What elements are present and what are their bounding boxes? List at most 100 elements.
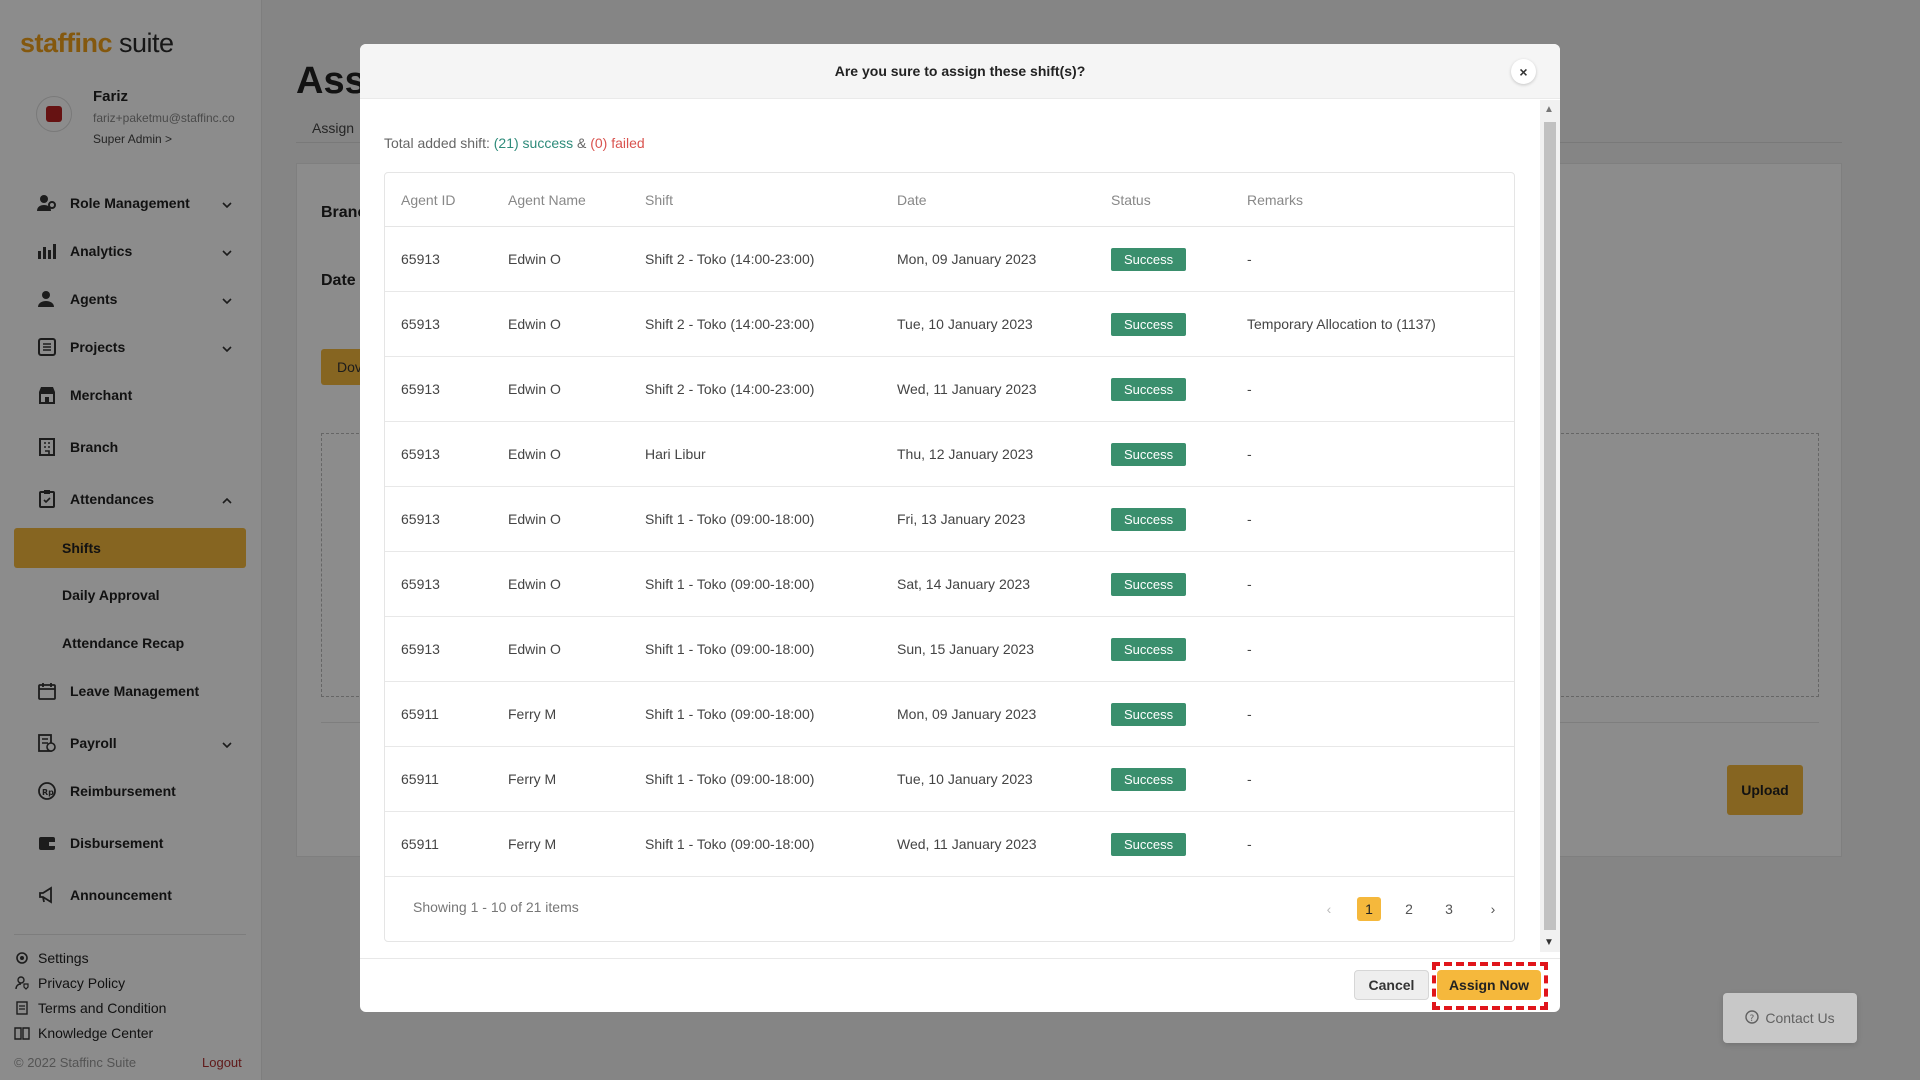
cell-date: Wed, 11 January 2023	[897, 381, 1037, 397]
cell-agent-name: Edwin O	[508, 576, 561, 592]
cell-agent-id: 65911	[401, 771, 439, 787]
pagination-info: Showing 1 - 10 of 21 items	[413, 899, 579, 915]
cell-agent-name: Edwin O	[508, 511, 561, 527]
table-row: 65913 Edwin O Shift 1 - Toko (09:00-18:0…	[385, 617, 1514, 682]
summary-failed-count: (0) failed	[590, 135, 645, 151]
contact-us-button[interactable]: ? Contact Us	[1723, 993, 1857, 1043]
cell-remarks: -	[1247, 251, 1252, 267]
summary-amp: &	[573, 135, 591, 151]
status-badge: Success	[1111, 703, 1187, 726]
table-row: 65913 Edwin O Shift 2 - Toko (14:00-23:0…	[385, 357, 1514, 422]
cell-agent-id: 65913	[401, 316, 440, 332]
cell-date: Mon, 09 January 2023	[897, 706, 1037, 722]
table-row: 65911 Ferry M Shift 1 - Toko (09:00-18:0…	[385, 812, 1514, 877]
cell-agent-id: 65911	[401, 706, 439, 722]
cell-shift: Hari Libur	[645, 446, 706, 462]
pagination-prev[interactable]: ‹	[1317, 897, 1341, 921]
cell-agent-id: 65913	[401, 641, 440, 657]
cell-shift: Shift 1 - Toko (09:00-18:00)	[645, 641, 815, 657]
cell-agent-id: 65913	[401, 511, 440, 527]
scroll-up-icon[interactable]: ▲	[1544, 104, 1554, 115]
cell-agent-id: 65913	[401, 446, 440, 462]
cell-remarks: -	[1247, 771, 1252, 787]
pagination-page-3[interactable]: 3	[1437, 897, 1461, 921]
cell-remarks: -	[1247, 706, 1252, 722]
modal-title: Are you sure to assign these shift(s)?	[834, 63, 1086, 79]
modal-header: Are you sure to assign these shift(s)? ×	[360, 44, 1560, 99]
status-badge: Success	[1111, 248, 1187, 271]
table-row: 65913 Edwin O Shift 2 - Toko (14:00-23:0…	[385, 292, 1514, 357]
cell-date: Wed, 11 January 2023	[897, 836, 1037, 852]
status-badge: Success	[1111, 443, 1187, 466]
cell-agent-name: Edwin O	[508, 381, 561, 397]
column-remarks: Remarks	[1247, 192, 1304, 208]
status-badge: Success	[1111, 573, 1187, 596]
status-badge: Success	[1111, 508, 1187, 531]
modal-footer-divider	[360, 958, 1560, 959]
assign-now-highlight	[1432, 962, 1548, 1010]
pagination-page-1[interactable]: 1	[1357, 897, 1381, 921]
close-icon: ×	[1519, 63, 1528, 80]
cell-agent-name: Ferry M	[508, 706, 557, 722]
cell-agent-id: 65913	[401, 381, 440, 397]
column-date: Date	[897, 192, 927, 208]
cell-shift: Shift 2 - Toko (14:00-23:00)	[645, 251, 815, 267]
status-badge: Success	[1111, 313, 1187, 336]
cell-remarks: Temporary Allocation to (1137)	[1247, 316, 1436, 332]
table-row: 65913 Edwin O Hari Libur Thu, 12 January…	[385, 422, 1514, 487]
cell-date: Tue, 10 January 2023	[897, 316, 1033, 332]
column-agent-name: Agent Name	[508, 192, 586, 208]
cell-date: Fri, 13 January 2023	[897, 511, 1026, 527]
summary-prefix: Total added shift:	[384, 135, 494, 151]
pagination-next[interactable]: ›	[1481, 897, 1505, 921]
svg-text:?: ?	[1750, 1014, 1755, 1024]
cancel-button[interactable]: Cancel	[1354, 970, 1429, 1000]
scroll-down-icon[interactable]: ▼	[1544, 937, 1554, 948]
cell-shift: Shift 1 - Toko (09:00-18:00)	[645, 771, 815, 787]
column-agent-id: Agent ID	[401, 192, 456, 208]
cell-agent-id: 65913	[401, 576, 440, 592]
cell-shift: Shift 1 - Toko (09:00-18:00)	[645, 836, 815, 852]
cell-date: Sun, 15 January 2023	[897, 641, 1034, 657]
cell-shift: Shift 2 - Toko (14:00-23:00)	[645, 381, 815, 397]
cell-agent-id: 65913	[401, 251, 440, 267]
cell-remarks: -	[1247, 446, 1252, 462]
modal-scroll-thumb[interactable]	[1544, 122, 1556, 930]
cell-agent-name: Ferry M	[508, 771, 557, 787]
table-header: Agent ID Agent Name Shift Date Status Re…	[385, 173, 1514, 227]
cell-agent-name: Edwin O	[508, 446, 561, 462]
table-row: 65911 Ferry M Shift 1 - Toko (09:00-18:0…	[385, 747, 1514, 812]
cell-date: Mon, 09 January 2023	[897, 251, 1037, 267]
cell-remarks: -	[1247, 836, 1252, 852]
status-badge: Success	[1111, 833, 1187, 856]
cell-remarks: -	[1247, 641, 1252, 657]
summary-text: Total added shift: (21) success & (0) fa…	[384, 135, 645, 151]
cell-remarks: -	[1247, 381, 1252, 397]
summary-success-count: (21) success	[493, 135, 574, 151]
cell-remarks: -	[1247, 576, 1252, 592]
cell-date: Thu, 12 January 2023	[897, 446, 1034, 462]
pagination-page-2[interactable]: 2	[1397, 897, 1421, 921]
cell-shift: Shift 1 - Toko (09:00-18:00)	[645, 706, 815, 722]
cell-agent-name: Edwin O	[508, 316, 561, 332]
table-row: 65913 Edwin O Shift 2 - Toko (14:00-23:0…	[385, 227, 1514, 292]
status-badge: Success	[1111, 768, 1187, 791]
cell-agent-name: Ferry M	[508, 836, 557, 852]
cell-shift: Shift 2 - Toko (14:00-23:00)	[645, 316, 815, 332]
status-badge: Success	[1111, 638, 1187, 661]
table-row: 65913 Edwin O Shift 1 - Toko (09:00-18:0…	[385, 487, 1514, 552]
table-row: 65911 Ferry M Shift 1 - Toko (09:00-18:0…	[385, 682, 1514, 747]
help-circle-icon: ?	[1745, 1009, 1760, 1027]
cell-agent-name: Edwin O	[508, 641, 561, 657]
cell-remarks: -	[1247, 511, 1252, 527]
cell-agent-id: 65911	[401, 836, 439, 852]
table-row: 65913 Edwin O Shift 1 - Toko (09:00-18:0…	[385, 552, 1514, 617]
close-button[interactable]: ×	[1511, 59, 1536, 84]
cell-agent-name: Edwin O	[508, 251, 561, 267]
cell-date: Sat, 14 January 2023	[897, 576, 1031, 592]
cell-shift: Shift 1 - Toko (09:00-18:00)	[645, 576, 815, 592]
shift-table: Agent ID Agent Name Shift Date Status Re…	[384, 172, 1515, 942]
cell-date: Tue, 10 January 2023	[897, 771, 1033, 787]
cell-shift: Shift 1 - Toko (09:00-18:00)	[645, 511, 815, 527]
contact-us-label: Contact Us	[1765, 1010, 1835, 1026]
